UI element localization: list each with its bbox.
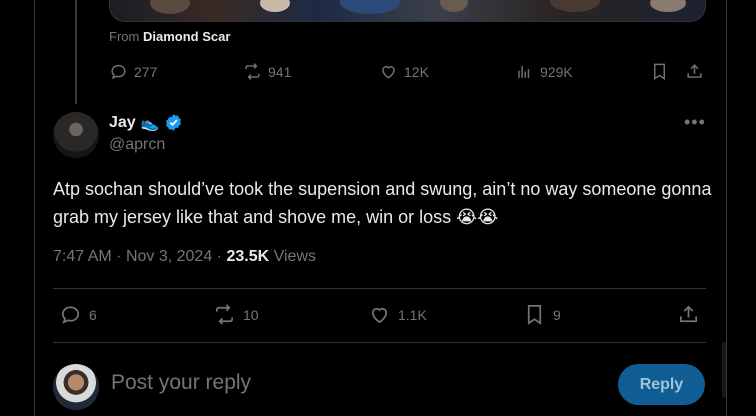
repost-icon bbox=[245, 63, 260, 80]
divider bbox=[53, 342, 706, 343]
right-column-border bbox=[726, 0, 727, 416]
from-source-link[interactable]: Diamond Scar bbox=[143, 29, 230, 44]
repost-icon bbox=[215, 304, 234, 325]
like-count: 1.1K bbox=[398, 306, 427, 323]
views-count: 23.5K bbox=[226, 248, 270, 265]
bookmark-button[interactable]: 9 bbox=[523, 303, 561, 326]
repost-count: 10 bbox=[243, 306, 259, 323]
from-prefix: From bbox=[109, 29, 140, 44]
quoted-repost-button[interactable]: 941 bbox=[243, 62, 291, 81]
repost-button[interactable]: 10 bbox=[213, 303, 259, 326]
tweet-action-bar: 6 10 1.1K 9 bbox=[53, 303, 706, 331]
left-column-border bbox=[34, 0, 35, 416]
tweet-meta: 7:47 AM · Nov 3, 2024 · 23.5K Views bbox=[53, 248, 316, 266]
reply-submit-button[interactable]: Reply bbox=[618, 364, 705, 405]
quoted-reply-count: 277 bbox=[134, 63, 158, 80]
share-icon bbox=[679, 305, 698, 323]
bookmark-icon bbox=[654, 63, 665, 80]
bookmark-count: 9 bbox=[553, 306, 561, 323]
reply-button[interactable]: 6 bbox=[59, 303, 97, 326]
tweet-text: Atp sochan should’ve took the supension … bbox=[53, 179, 712, 227]
heart-icon bbox=[371, 307, 388, 324]
media-source: From Diamond Scar bbox=[109, 29, 230, 44]
user-avatar[interactable] bbox=[53, 364, 99, 410]
quoted-views-button[interactable]: 929K bbox=[515, 62, 573, 81]
views-label: Views bbox=[273, 248, 316, 265]
scrollbar[interactable] bbox=[722, 342, 726, 398]
author-avatar[interactable] bbox=[53, 112, 99, 158]
author-emoji: 👟 bbox=[140, 114, 160, 132]
more-options-icon[interactable]: ••• bbox=[684, 112, 706, 133]
thread-line bbox=[75, 0, 77, 104]
quoted-repost-count: 941 bbox=[268, 63, 292, 80]
quoted-like-button[interactable]: 12K bbox=[379, 62, 429, 81]
quoted-media-image[interactable] bbox=[109, 0, 706, 22]
author-handle[interactable]: @aprcn bbox=[109, 136, 165, 154]
quoted-reply-button[interactable]: 277 bbox=[109, 62, 157, 81]
verified-badge-icon bbox=[166, 114, 182, 131]
reply-icon bbox=[111, 64, 126, 80]
like-button[interactable]: 1.1K bbox=[368, 303, 427, 326]
author-name: Jay bbox=[109, 113, 136, 131]
share-icon bbox=[687, 64, 702, 78]
bookmark-icon bbox=[527, 305, 542, 325]
tweet-date[interactable]: Nov 3, 2024 bbox=[126, 248, 212, 265]
quoted-share-button[interactable] bbox=[685, 62, 704, 81]
meta-separator: · bbox=[216, 248, 227, 265]
heart-icon bbox=[382, 66, 395, 79]
reply-input[interactable] bbox=[111, 371, 591, 395]
reply-icon bbox=[61, 306, 80, 324]
author-name-row[interactable]: Jay 👟 bbox=[109, 113, 183, 132]
quoted-like-count: 12K bbox=[404, 63, 429, 80]
tweet-time[interactable]: 7:47 AM bbox=[53, 248, 112, 265]
quoted-bookmark-button[interactable] bbox=[650, 62, 669, 81]
share-button[interactable] bbox=[677, 303, 700, 326]
meta-separator: · bbox=[116, 248, 126, 265]
quoted-action-bar: 277 941 12K 929K bbox=[109, 62, 709, 84]
reply-count: 6 bbox=[89, 306, 97, 323]
quoted-views-count: 929K bbox=[540, 63, 573, 80]
analytics-icon bbox=[518, 65, 530, 78]
divider bbox=[53, 288, 706, 289]
